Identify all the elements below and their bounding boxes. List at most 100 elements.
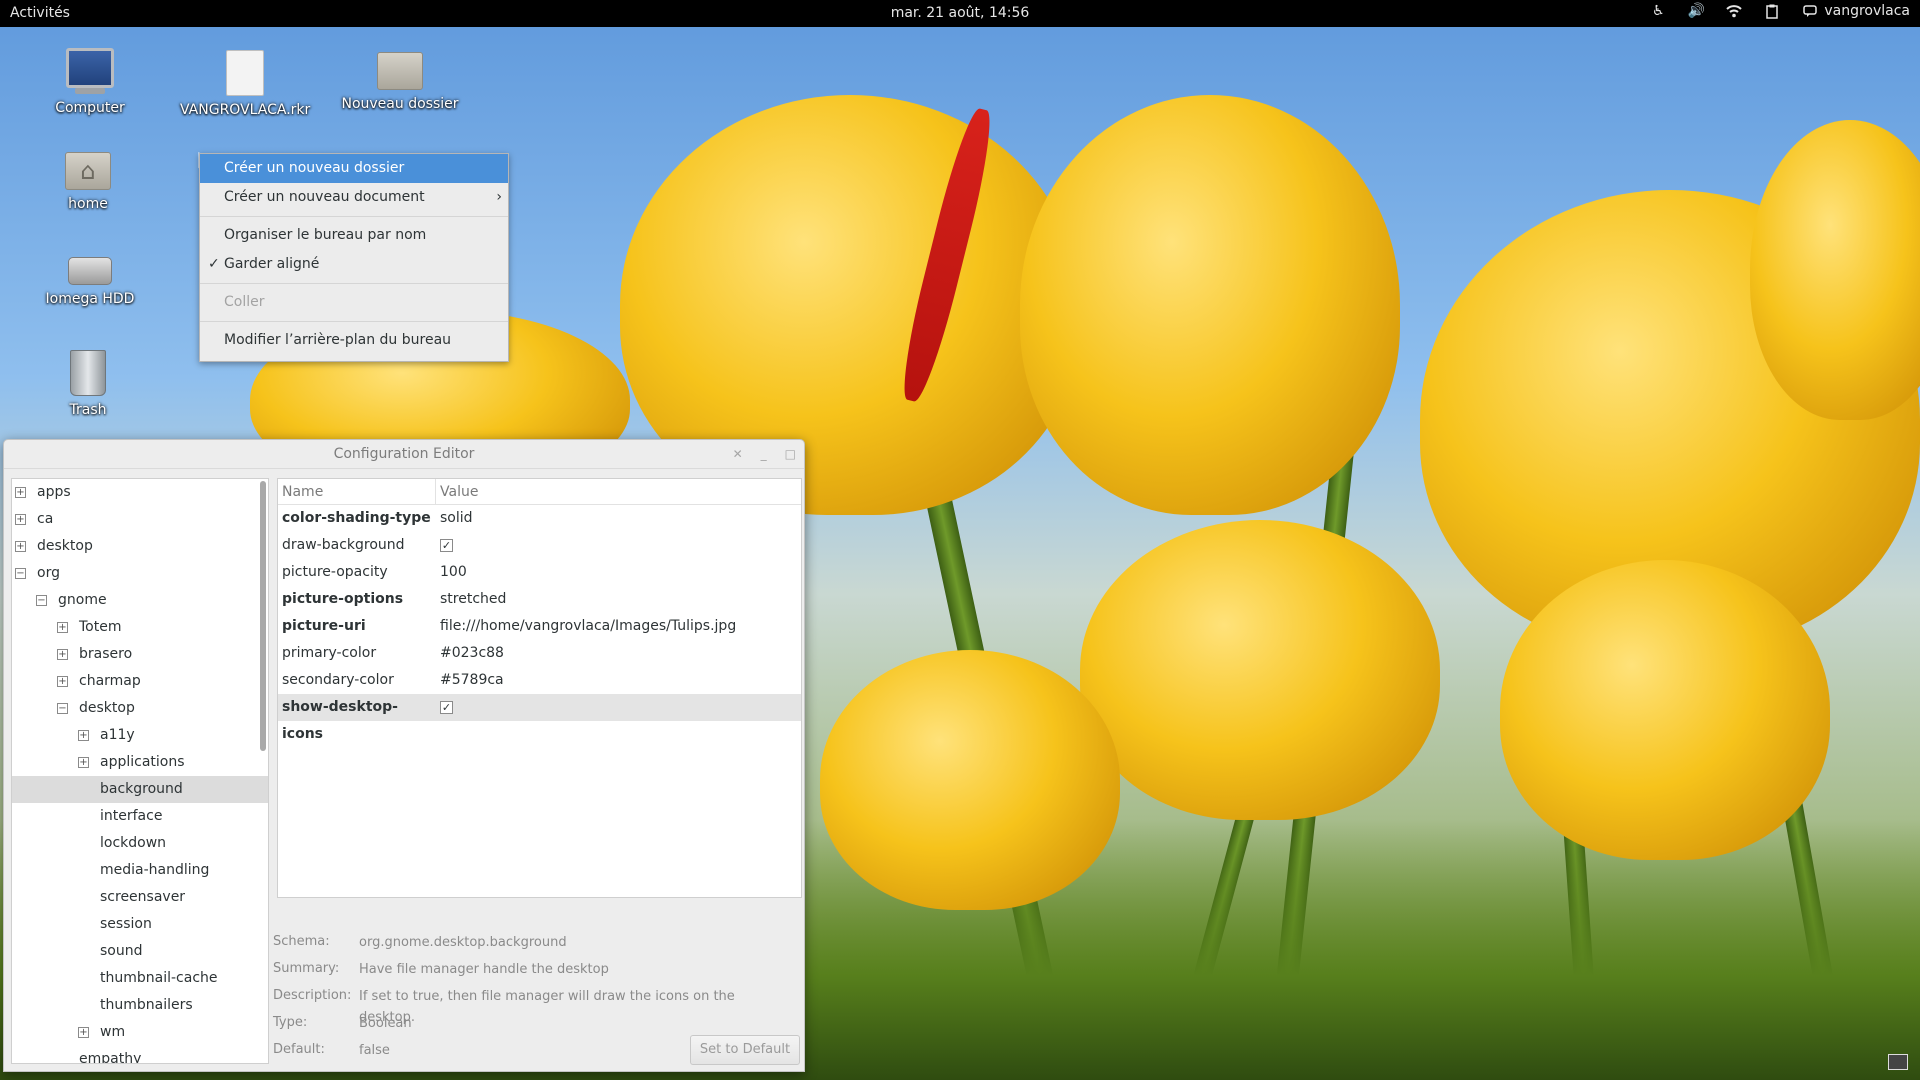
notification-tray-icon[interactable] — [1888, 1054, 1908, 1070]
tree-node[interactable]: + wm — [12, 1019, 268, 1046]
checkbox-icon[interactable]: ✓ — [440, 538, 453, 552]
column-header-value[interactable]: Value — [436, 479, 478, 504]
menu-item-paste[interactable]: Coller — [200, 288, 508, 317]
clipboard-icon[interactable] — [1764, 3, 1780, 19]
tree-node-label: screensaver — [100, 889, 186, 905]
checkbox-icon[interactable]: ✓ — [440, 700, 453, 714]
tree-node[interactable]: + ca — [12, 506, 268, 533]
desktop-icon-new-folder[interactable]: Nouveau dossier — [335, 52, 465, 112]
expand-icon[interactable]: + — [15, 514, 26, 525]
expand-icon[interactable]: + — [78, 730, 89, 741]
table-row[interactable]: draw-background ✓ — [278, 532, 801, 559]
wifi-icon[interactable] — [1726, 3, 1743, 19]
table-row[interactable]: picture-uri file:///home/vangrovlaca/Imag… — [278, 613, 801, 640]
tree-node[interactable]: empathy — [12, 1046, 268, 1064]
tree-node[interactable]: + desktop — [12, 533, 268, 560]
home-folder-icon — [65, 152, 111, 190]
key-value[interactable]: 100 — [436, 559, 467, 586]
tree-node-label: a11y — [100, 727, 135, 743]
key-name: picture-uri — [282, 618, 366, 634]
collapse-icon[interactable]: − — [57, 703, 68, 714]
table-row[interactable]: color-shading-type solid — [278, 505, 801, 532]
summary-label: Summary: — [273, 961, 340, 976]
tree-node[interactable]: thumbnail-cache — [12, 965, 268, 992]
desktop-icon-home[interactable]: home — [23, 152, 153, 212]
menu-item-change-background[interactable]: Modifier l’arrière-plan du bureau — [200, 326, 508, 355]
tree-node[interactable]: session — [12, 911, 268, 938]
table-row[interactable]: picture-opacity 100 — [278, 559, 801, 586]
key-value[interactable]: solid — [436, 505, 473, 532]
tree-node-label: applications — [100, 754, 185, 770]
table-row[interactable]: show-desktop-icons ✓ — [278, 694, 801, 742]
tree-node[interactable]: + apps — [12, 479, 268, 506]
tree-node[interactable]: + charmap — [12, 668, 268, 695]
minimize-icon[interactable]: _ — [761, 440, 767, 469]
window-titlebar[interactable]: Configuration Editor ✕ _ □ — [4, 440, 804, 469]
tree-node[interactable]: + brasero — [12, 641, 268, 668]
tree-node-label: empathy — [79, 1051, 142, 1064]
column-header-name[interactable]: Name — [278, 479, 436, 504]
tree-node[interactable]: + Totem — [12, 614, 268, 641]
menu-item-keep-aligned[interactable]: ✓ Garder aligné — [200, 250, 508, 279]
window-title: Configuration Editor — [333, 446, 475, 462]
collapse-icon[interactable]: − — [36, 595, 47, 606]
tree-node[interactable]: screensaver — [12, 884, 268, 911]
table-row[interactable]: picture-options stretched — [278, 586, 801, 613]
desktop-icon-rkr-file[interactable]: VANGROVLACA.rkr — [180, 50, 310, 118]
key-value[interactable]: stretched — [436, 586, 506, 613]
tree-node[interactable]: interface — [12, 803, 268, 830]
desktop-icon-trash[interactable]: Trash — [23, 350, 153, 418]
key-name: primary-color — [282, 645, 377, 661]
key-name: picture-opacity — [282, 564, 388, 580]
expand-icon[interactable]: + — [78, 1027, 89, 1038]
table-row[interactable]: secondary-color #5789ca — [278, 667, 801, 694]
desktop-icon-iomega-hdd[interactable]: Iomega HDD — [25, 257, 155, 307]
tree-node-label: desktop — [79, 700, 135, 716]
tree-node[interactable]: − gnome — [12, 587, 268, 614]
menu-item-new-document[interactable]: Créer un nouveau document › — [200, 183, 508, 212]
collapse-icon[interactable]: − — [15, 568, 26, 579]
chat-status-icon — [1802, 3, 1818, 19]
tree-scrollbar[interactable] — [260, 481, 266, 751]
menu-item-organize-by-name[interactable]: Organiser le bureau par nom — [200, 221, 508, 250]
default-label: Default: — [273, 1042, 325, 1057]
clock[interactable]: mar. 21 août, 14:56 — [0, 5, 1920, 21]
key-value[interactable]: file:///home/vangrovlaca/Images/Tulips.j… — [436, 613, 736, 640]
tree-node[interactable]: − desktop — [12, 695, 268, 722]
key-value[interactable]: ✓ — [436, 694, 453, 721]
tree-node-label: desktop — [37, 538, 93, 554]
set-to-default-button[interactable]: Set to Default — [690, 1035, 800, 1065]
tree-node[interactable]: media-handling — [12, 857, 268, 884]
tree-node-label: wm — [100, 1024, 126, 1040]
expand-icon[interactable]: + — [78, 757, 89, 768]
tree-node[interactable]: + applications — [12, 749, 268, 776]
tree-node[interactable]: background — [12, 776, 268, 803]
key-value[interactable]: ✓ — [436, 532, 453, 559]
accessibility-icon[interactable]: ♿ — [1650, 3, 1666, 19]
maximize-icon[interactable]: □ — [785, 440, 796, 469]
user-menu[interactable]: vangrovlaca — [1802, 3, 1910, 19]
schema-tree[interactable]: + apps + ca + desktop − org − gnome + Totem + brasero… — [11, 478, 269, 1064]
desktop-icon-label: home — [68, 196, 108, 212]
key-value[interactable]: #023c88 — [436, 640, 504, 667]
menu-item-new-folder[interactable]: Créer un nouveau dossier — [200, 154, 508, 183]
expand-icon[interactable]: + — [15, 487, 26, 498]
expand-icon[interactable]: + — [15, 541, 26, 552]
expand-icon[interactable]: + — [57, 649, 68, 660]
hard-drive-icon — [68, 257, 112, 285]
expand-icon[interactable]: + — [57, 622, 68, 633]
table-row[interactable]: primary-color #023c88 — [278, 640, 801, 667]
system-tray: ♿ 🔊 vangrovlaca — [1650, 3, 1910, 19]
volume-icon[interactable]: 🔊 — [1688, 3, 1705, 19]
tree-node[interactable]: − org — [12, 560, 268, 587]
expand-icon[interactable]: + — [57, 676, 68, 687]
tree-node[interactable]: sound — [12, 938, 268, 965]
desktop-icon-computer[interactable]: Computer — [25, 48, 155, 116]
tree-node[interactable]: + a11y — [12, 722, 268, 749]
tree-node-label: sound — [100, 943, 143, 959]
tree-node[interactable]: thumbnailers — [12, 992, 268, 1019]
menu-separator — [200, 321, 508, 322]
close-icon[interactable]: ✕ — [733, 440, 743, 469]
key-value[interactable]: #5789ca — [436, 667, 504, 694]
tree-node[interactable]: lockdown — [12, 830, 268, 857]
